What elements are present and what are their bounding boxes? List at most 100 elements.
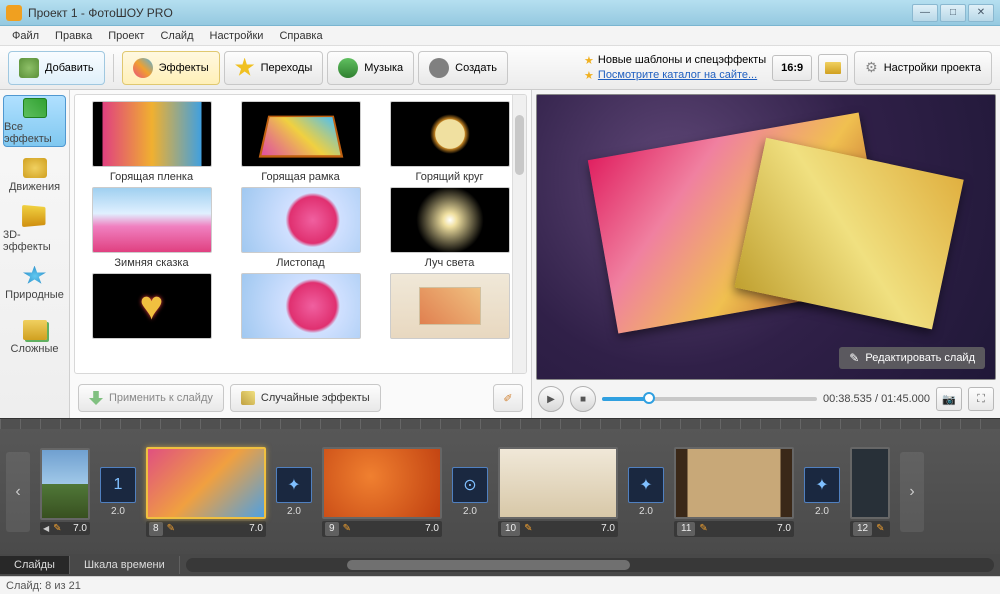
timeline-slide[interactable]: 9✎7.0 [322,447,442,537]
playback-controls: ▶ ■ 00:38.535 / 01:45.000 📷 ⛶ [536,380,996,414]
promo-box: ★Новые шаблоны и спецэффекты ★Посмотрите… [584,54,766,82]
menu-settings[interactable]: Настройки [202,28,272,44]
slide-thumbnail [674,447,794,519]
pencil-icon: ✎ [876,523,884,534]
timeline-transition[interactable]: ✦2.0 [276,467,312,517]
effects-scrollbar[interactable] [512,95,526,373]
effect-thumbnail [390,273,510,339]
slide-info-bar: 11✎7.0 [674,521,794,537]
tab-slides[interactable]: Слайды [0,556,70,574]
status-text: Слайд: 8 из 21 [6,580,81,592]
brush-button[interactable]: ✐ [493,384,523,412]
timeline-hscroll-thumb[interactable] [347,560,630,570]
add-button[interactable]: Добавить [8,51,105,85]
transitions-tab[interactable]: Переходы [224,51,324,85]
transition-duration: 2.0 [287,506,301,517]
random-effects-button[interactable]: Случайные эффекты [230,384,381,412]
snapshot-button[interactable]: 📷 [936,387,962,411]
music-tab[interactable]: Музыка [327,51,414,85]
snowflake-icon [23,266,47,286]
timeline-transition[interactable]: ✦2.0 [804,467,840,517]
effect-item[interactable]: Горящая пленка [81,101,222,183]
category-3d[interactable]: 3D-эффекты [3,203,66,255]
pencil-icon: ✎ [699,523,707,534]
slide-duration: 7.0 [249,523,263,534]
play-button[interactable]: ▶ [538,386,564,412]
timeline-slide[interactable]: 10✎7.0 [498,447,618,537]
fullscreen-button[interactable]: ⛶ [968,387,994,411]
wand-icon [241,391,255,405]
time-total: 01:45.000 [881,393,930,405]
edit-slide-button[interactable]: Редактировать слайд [839,347,985,369]
seek-handle[interactable] [643,392,655,404]
maximize-button[interactable]: □ [940,4,966,22]
category-nature[interactable]: Природные [3,257,66,309]
slide-thumbnail [146,447,266,519]
create-tab[interactable]: Создать [418,51,508,85]
category-label: Движения [9,181,60,193]
timeline-transition[interactable]: 12.0 [100,467,136,517]
random-label: Случайные эффекты [261,392,370,404]
effect-label: Листопад [276,257,324,269]
timeline-slide[interactable]: 11✎7.0 [674,447,794,537]
menu-file[interactable]: Файл [4,28,47,44]
slide-info-bar: 8✎7.0 [146,521,266,537]
transitions-label: Переходы [261,62,313,74]
preview-viewport: Редактировать слайд [536,94,996,380]
close-button[interactable]: ✕ [968,4,994,22]
timeline-slide[interactable]: 8✎7.0 [146,447,266,537]
seek-fill [602,397,649,401]
project-settings-button[interactable]: ⚙ Настройки проекта [854,51,992,85]
menu-help[interactable]: Справка [271,28,330,44]
gear-icon: ⚙ [865,59,878,76]
slide-thumbnail [40,448,90,520]
timeline-hscrollbar[interactable] [186,558,994,572]
timeline-slide[interactable]: 12✎ [850,447,890,537]
aspect-ratio-button[interactable]: 16:9 [772,55,812,81]
effects-icon [133,58,153,78]
effect-thumbnail [241,273,361,339]
music-icon [338,58,358,78]
effect-thumbnail [241,187,361,253]
timeline-next-button[interactable]: › [900,452,924,532]
transition-thumbnail: ⊙ [452,467,488,503]
transition-thumbnail: 1 [100,467,136,503]
timeline-prev-button[interactable]: ‹ [6,452,30,532]
category-movements[interactable]: Движения [3,149,66,201]
effect-label: Горящая пленка [110,171,193,183]
add-label: Добавить [45,62,94,74]
titlebar: Проект 1 - ФотоШОУ PRO — □ ✕ [0,0,1000,26]
category-all[interactable]: Все эффекты [3,95,66,147]
effect-item[interactable]: Горящий круг [379,101,520,183]
effect-item[interactable]: Горящая рамка [230,101,371,183]
effect-item[interactable]: Луч света [379,187,520,269]
stop-button[interactable]: ■ [570,386,596,412]
effect-item[interactable]: Листопад [230,187,371,269]
scrollbar-thumb[interactable] [515,115,524,175]
slide-number: 9 [325,522,339,536]
seek-track[interactable] [602,397,817,401]
slide-info-bar: 10✎7.0 [498,521,618,537]
promo-link[interactable]: Посмотрите каталог на сайте... [598,69,757,81]
apply-to-slide-button[interactable]: Применить к слайду [78,384,224,412]
timeline-transition[interactable]: ⊙2.0 [452,467,488,517]
theme-button[interactable] [818,54,848,82]
effect-item[interactable] [379,273,520,339]
settings-label: Настройки проекта [884,62,981,74]
slide-info-bar: ◀✎7.0 [40,522,90,535]
effect-item[interactable] [81,273,222,339]
slide-tri-icon: ◀ [43,524,49,533]
effect-item[interactable]: Зимняя сказка [81,187,222,269]
effects-panel: Горящая пленка Горящая рамкаГорящий круг З… [70,90,532,418]
menu-slide[interactable]: Слайд [152,28,201,44]
effects-label: Эффекты [159,62,209,74]
menu-project[interactable]: Проект [100,28,152,44]
timeline-slide[interactable]: ◀✎7.0 [40,448,90,535]
category-complex[interactable]: Сложные [3,311,66,363]
effects-tab[interactable]: Эффекты [122,51,220,85]
tab-timeline[interactable]: Шкала времени [70,556,180,574]
effect-item[interactable] [230,273,371,339]
menu-edit[interactable]: Правка [47,28,100,44]
minimize-button[interactable]: — [912,4,938,22]
timeline-transition[interactable]: ✦2.0 [628,467,664,517]
